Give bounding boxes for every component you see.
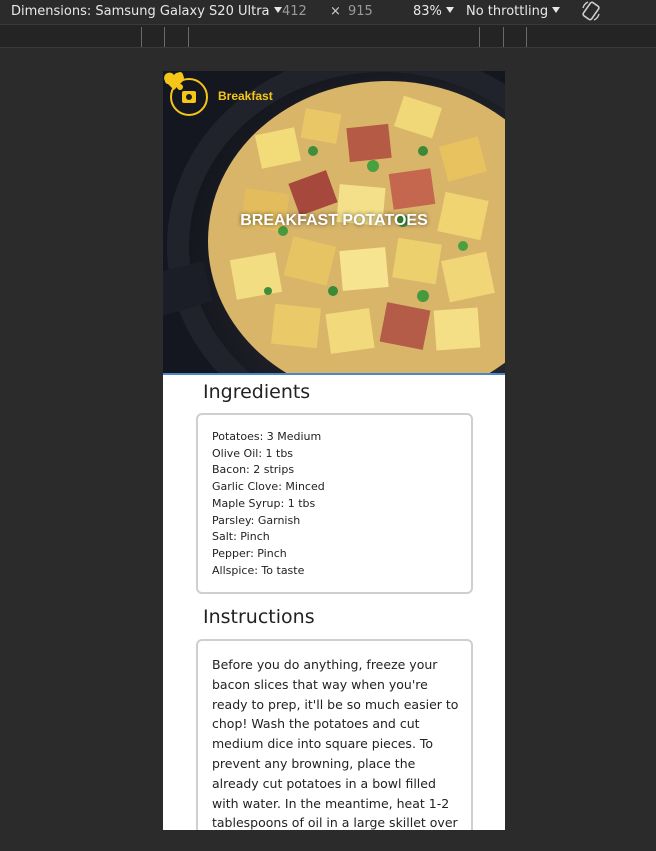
ingredient-item: Maple Syrup: 1 tbs xyxy=(212,496,316,510)
ruler-tick xyxy=(164,27,165,47)
instructions-heading: Instructions xyxy=(203,606,315,628)
ingredient-item: Pepper: Pinch xyxy=(212,546,287,560)
ruler-tick xyxy=(188,27,189,47)
heart-icon[interactable] xyxy=(163,71,185,91)
ingredient-item: Parsley: Garnish xyxy=(212,513,301,527)
device-label: Dimensions: Samsung Galaxy S20 Ultra xyxy=(11,4,270,19)
device-viewport: Breakfast BREAKFAST POTATOES Ingredients… xyxy=(163,71,505,830)
height-field[interactable]: 915 xyxy=(348,3,373,21)
dimension-separator: × xyxy=(330,4,341,19)
ingredients-heading: Ingredients xyxy=(203,381,311,403)
ingredient-item: Allspice: To taste xyxy=(212,563,305,577)
ingredients-card: Potatoes: 3 Medium Olive Oil: 1 tbs Bacon:… xyxy=(196,413,473,594)
recipe-title: BREAKFAST POTATOES xyxy=(240,212,428,229)
chevron-down-icon xyxy=(445,7,454,13)
instructions-card: Before you do anything, freeze your baco… xyxy=(196,639,473,830)
ruler-tick xyxy=(503,27,504,47)
ruler-tick xyxy=(141,27,142,47)
hero-divider xyxy=(163,373,505,375)
instructions-text: Before you do anything, freeze your baco… xyxy=(212,657,459,830)
rotate-icon[interactable] xyxy=(580,0,602,22)
ruler-tick xyxy=(526,27,527,47)
media-query-bar xyxy=(0,24,656,48)
ruler-tick xyxy=(479,27,480,47)
ingredient-item: Potatoes: 3 Medium xyxy=(212,430,322,443)
width-field[interactable]: 412 xyxy=(282,3,307,21)
ingredient-item: Bacon: 2 strips xyxy=(212,463,295,477)
throttling-label: No throttling xyxy=(466,4,549,19)
chevron-down-icon xyxy=(552,7,561,13)
ingredient-item: Olive Oil: 1 tbs xyxy=(212,446,294,460)
throttling-select[interactable]: No throttling xyxy=(466,3,561,21)
camera-icon xyxy=(182,91,196,103)
ingredient-item: Salt: Pinch xyxy=(212,530,270,544)
zoom-select[interactable]: 83% xyxy=(413,3,454,21)
ingredient-item: Garlic Clove: Minced xyxy=(212,480,325,494)
category-link[interactable]: Breakfast xyxy=(218,89,273,103)
devtools-toolbar: Dimensions: Samsung Galaxy S20 Ultra 412… xyxy=(0,0,656,24)
zoom-label: 83% xyxy=(413,4,442,19)
ingredients-list: Potatoes: 3 Medium Olive Oil: 1 tbs Bacon:… xyxy=(198,415,471,579)
device-select[interactable]: Dimensions: Samsung Galaxy S20 Ultra xyxy=(11,3,282,21)
recipe-hero: Breakfast BREAKFAST POTATOES xyxy=(163,71,505,375)
chevron-down-icon xyxy=(273,7,282,13)
